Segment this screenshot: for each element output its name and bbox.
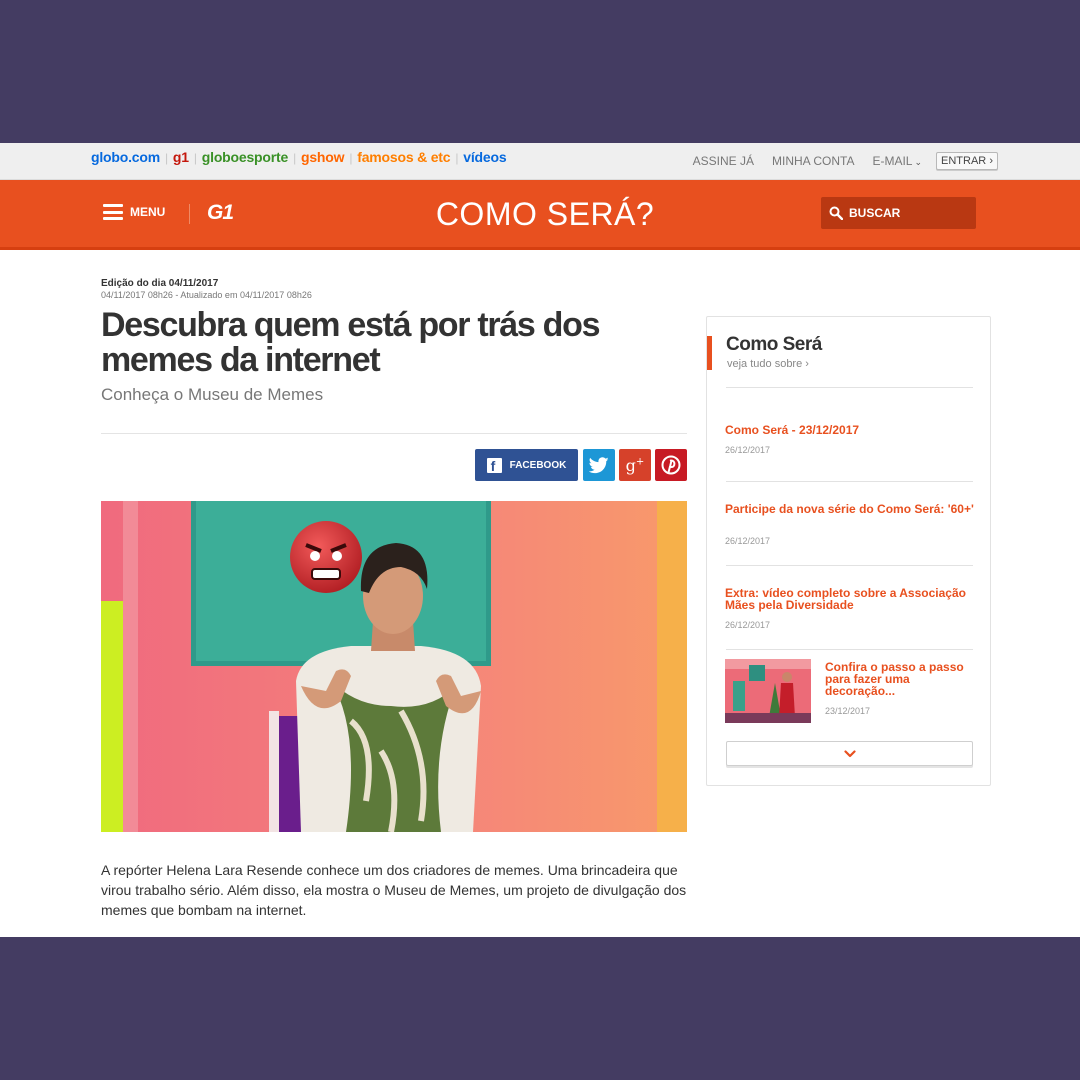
twitter-share-button[interactable]: [583, 449, 615, 481]
globo-network-nav: globo.com | g1 | globoesporte | gshow | famosos …: [91, 149, 507, 165]
article-timestamp: 04/11/2017 08h26 - Atualizado em 04/11/2…: [101, 290, 312, 300]
entrar-label: ENTRAR: [941, 155, 987, 167]
sidebar-item-title[interactable]: Como Será - 23/12/2017: [725, 424, 975, 436]
nav-link-globo[interactable]: globo.com: [91, 149, 160, 165]
nav-link-videos[interactable]: vídeos: [463, 149, 506, 165]
sidebar-item-date: 26/12/2017: [725, 445, 771, 455]
sidebar-item-date: 23/12/2017: [825, 706, 871, 716]
nav-link-globoesporte[interactable]: globoesporte: [202, 149, 288, 165]
email-menu[interactable]: E-MAIL ⌄: [872, 154, 922, 168]
sidebar-item-title[interactable]: Participe da nova série do Como Será: '6…: [725, 503, 975, 515]
sidebar-item-date: 26/12/2017: [725, 536, 771, 546]
nav-link-famosos[interactable]: famosos & etc: [357, 149, 450, 165]
google-plus-icon: g+: [625, 455, 645, 475]
edition-label: Edição do dia 04/11/2017: [101, 278, 219, 289]
nav-link-gshow[interactable]: gshow: [301, 149, 345, 165]
pinterest-share-button[interactable]: [655, 449, 687, 481]
facebook-share-button[interactable]: f FACEBOOK: [475, 449, 578, 481]
sidebar-item-title[interactable]: Confira o passo a passo para fazer uma d…: [825, 661, 975, 697]
see-all-link[interactable]: veja tudo sobre ›: [727, 358, 809, 370]
sidebar-item-thumbnail[interactable]: [725, 659, 811, 723]
minha-conta-link[interactable]: MINHA CONTA: [772, 154, 854, 168]
sidebar-divider: [726, 481, 973, 482]
sidebar-accent-bar: [707, 336, 712, 370]
facebook-icon: f: [486, 457, 502, 473]
email-label: E-MAIL: [872, 154, 913, 168]
nav-separator: |: [164, 151, 168, 165]
chevron-down-icon: [843, 749, 856, 757]
article-subtitle: Conheça o Museu de Memes: [101, 385, 324, 404]
nav-separator: |: [455, 151, 459, 165]
load-more-button[interactable]: [726, 741, 973, 766]
google-plus-share-button[interactable]: g+: [619, 449, 651, 481]
chevron-down-icon: ⌄: [914, 157, 923, 167]
search-icon: [829, 206, 843, 220]
nav-separator: |: [193, 151, 197, 165]
entrar-button[interactable]: ENTRAR ›: [936, 152, 998, 170]
article-photo-illustration: [101, 501, 687, 832]
sidebar-divider: [726, 565, 973, 566]
chevron-right-icon: ›: [989, 155, 993, 167]
article-photo[interactable]: [101, 501, 687, 832]
account-links: ASSINE JÁ MINHA CONTA E-MAIL ⌄ ENTRAR ›: [675, 152, 998, 170]
search-label: BUSCAR: [849, 206, 901, 220]
article-headline: Descubra quem está por trás dos memes da…: [101, 306, 601, 379]
thumbnail-illustration: [725, 659, 811, 723]
assine-link[interactable]: ASSINE JÁ: [693, 154, 754, 168]
search-button[interactable]: BUSCAR: [821, 197, 976, 229]
sidebar-item-title[interactable]: Extra: vídeo completo sobre a Associação…: [725, 587, 975, 611]
sidebar-divider: [726, 387, 973, 388]
twitter-icon: [589, 456, 609, 473]
globo-top-bar: globo.com | g1 | globoesporte | gshow | famosos …: [0, 143, 1080, 180]
facebook-share-label: FACEBOOK: [509, 459, 567, 471]
sidebar-item-date: 26/12/2017: [725, 620, 771, 630]
article-body: A repórter Helena Lara Resende conhece u…: [101, 862, 687, 918]
page: globo.com | g1 | globoesporte | gshow | famosos …: [0, 143, 1080, 937]
nav-separator: |: [293, 151, 296, 165]
nav-separator: |: [349, 151, 353, 165]
pinterest-icon: [661, 455, 681, 475]
site-header: MENU G1 COMO SERÁ? BUSCAR: [0, 180, 1080, 250]
divider: [101, 433, 687, 434]
nav-link-g1[interactable]: g1: [173, 149, 189, 165]
related-sidebar: Como Será veja tudo sobre › Como Será - …: [706, 316, 991, 786]
sidebar-title[interactable]: Como Será: [726, 334, 822, 356]
sidebar-divider: [726, 649, 973, 650]
